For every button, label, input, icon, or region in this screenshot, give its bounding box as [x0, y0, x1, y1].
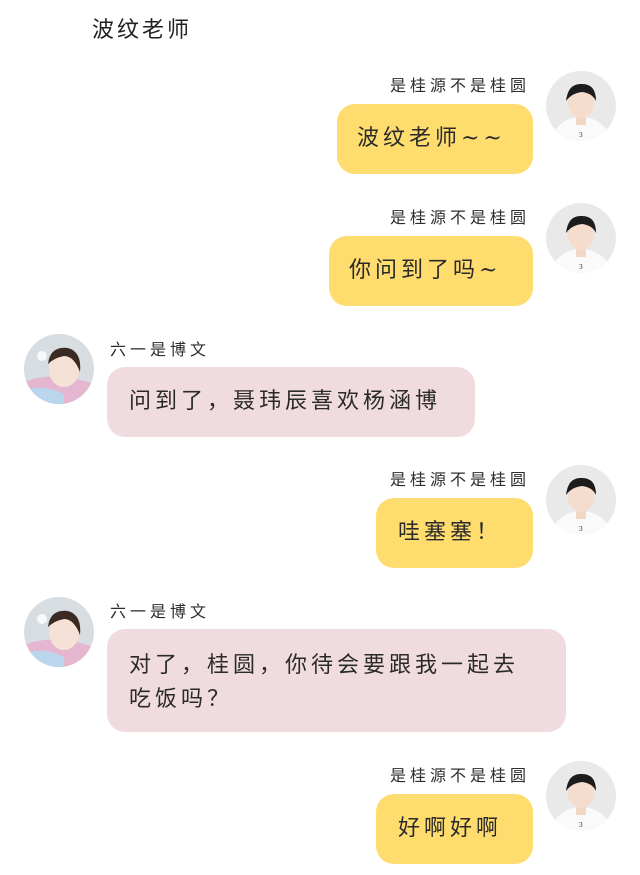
sender-name: 是桂源不是桂圆	[389, 470, 530, 489]
sender-name: 是桂源不是桂圆	[389, 76, 530, 95]
message-bubble[interactable]: 问到了，聂玮辰喜欢杨涵博	[107, 367, 475, 437]
svg-text:3: 3	[579, 132, 583, 139]
avatar-girl-icon[interactable]	[24, 597, 94, 667]
message-text: 问到了，聂玮辰喜欢杨涵博	[129, 389, 442, 414]
svg-text:3: 3	[579, 822, 583, 829]
sender-name: 六一是博文	[110, 340, 211, 359]
avatar-girl-icon[interactable]	[24, 334, 94, 404]
message-bubble[interactable]: 哇塞塞！	[376, 498, 533, 568]
chat-title: 波纹老师	[92, 18, 193, 43]
sender-name: 六一是博文	[110, 602, 211, 621]
message-text: 哇塞塞！	[398, 520, 503, 545]
sender-name: 是桂源不是桂圆	[389, 766, 530, 785]
sender-name: 是桂源不是桂圆	[389, 208, 530, 227]
message-bubble[interactable]: 好啊好啊	[376, 794, 533, 864]
message-text: 你问到了吗~	[349, 258, 502, 283]
avatar-boy-icon[interactable]: 3	[546, 203, 616, 273]
svg-text:3: 3	[579, 526, 583, 533]
svg-text:3: 3	[579, 264, 583, 271]
message-bubble[interactable]: 你问到了吗~	[329, 236, 533, 306]
message-text: 对了，桂圆，你待会要跟我一起去吃饭吗？	[129, 653, 520, 712]
avatar-boy-icon[interactable]: 3	[546, 71, 616, 141]
message-text: 波纹老师~~	[357, 126, 506, 151]
avatar-boy-icon[interactable]: 3	[546, 761, 616, 831]
avatar-boy-icon[interactable]: 3	[546, 465, 616, 535]
message-text: 好啊好啊	[398, 816, 503, 841]
message-bubble[interactable]: 波纹老师~~	[337, 104, 533, 174]
message-bubble[interactable]: 对了，桂圆，你待会要跟我一起去吃饭吗？	[107, 629, 566, 732]
